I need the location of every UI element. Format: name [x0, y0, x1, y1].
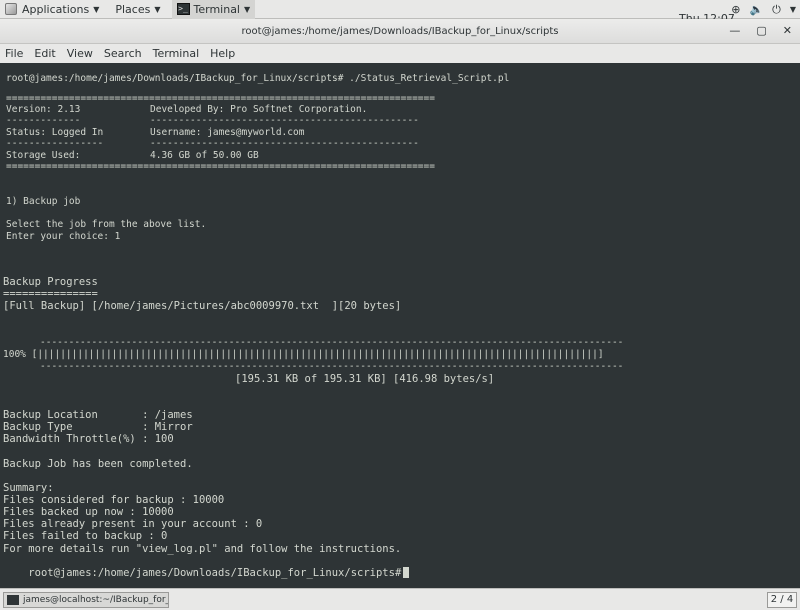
menu-view[interactable]: View [67, 47, 93, 60]
chevron-down-icon: ▼ [244, 4, 251, 14]
taskbar-terminal-window[interactable]: james@localhost:~/IBackup_for_Li... [3, 592, 169, 608]
system-tray[interactable]: ⊕ 🔈 ⏻ ▼ [731, 0, 796, 19]
files-failed: Files failed to backup : 0 [3, 530, 168, 542]
prompt-text: root@james:/home/james/Downloads/IBackup… [28, 567, 402, 579]
window-title: root@james:/home/james/Downloads/IBackup… [241, 26, 559, 37]
files-backed-up: Files backed up now : 10000 [3, 506, 174, 518]
applications-label: Applications [22, 2, 90, 16]
taskbar-window-label: james@localhost:~/IBackup_for_Li... [23, 595, 169, 605]
job-list-item: 1) Backup job [6, 196, 81, 207]
files-present: Files already present in your account : … [3, 518, 263, 530]
menu-edit[interactable]: Edit [34, 47, 55, 60]
progress-border-bottom: ----------------------------------------… [40, 361, 624, 372]
progress-bar: 100% [||||||||||||||||||||||||||||||||||… [3, 349, 604, 360]
command-line: root@james:/home/james/Downloads/IBackup… [6, 73, 510, 84]
minimize-button[interactable]: — [729, 24, 740, 37]
files-considered: Files considered for backup : 10000 [3, 494, 225, 506]
window-titlebar[interactable]: root@james:/home/james/Downloads/IBackup… [0, 19, 800, 44]
separator-line: ------------- [6, 115, 81, 126]
summary-title: Summary: [3, 482, 54, 494]
places-label: Places [115, 2, 151, 16]
progress-underline: =============== [3, 288, 98, 300]
menu-search[interactable]: Search [104, 47, 142, 60]
volume-icon[interactable]: 🔈 [749, 3, 763, 16]
menu-help[interactable]: Help [210, 47, 235, 60]
terminal-output[interactable]: root@james:/home/james/Downloads/IBackup… [0, 63, 800, 588]
separator-line: ========================================… [6, 161, 435, 172]
terminal-app-label: Terminal [193, 2, 241, 16]
places-menu[interactable]: Places ▼ [110, 0, 165, 19]
chevron-down-icon: ▼ [93, 4, 100, 14]
separator-line: ----------------------------------------… [150, 115, 419, 126]
power-icon[interactable]: ⏻ [772, 3, 781, 17]
full-backup-line: [Full Backup] [/home/james/Pictures/abc0… [3, 300, 402, 312]
menu-terminal[interactable]: Terminal [153, 47, 200, 60]
separator-line: ----------------- [6, 138, 104, 149]
text-cursor [403, 567, 410, 578]
backup-type: Backup Type : Mirror [3, 421, 193, 433]
select-job-text: Select the job from the above list. [6, 219, 207, 230]
terminal-icon [7, 595, 19, 605]
menu-bar: File Edit View Search Terminal Help [0, 44, 800, 63]
enter-choice-text: Enter your choice: 1 [6, 231, 121, 242]
separator-line: ----------------------------------------… [150, 138, 419, 149]
chevron-down-icon[interactable]: ▼ [790, 5, 796, 14]
top-bar: Applications ▼ Places ▼ >_ Terminal ▼ Th… [0, 0, 800, 25]
progress-stats: [195.31 KB of 195.31 KB] [416.98 bytes/s… [235, 373, 495, 385]
maximize-button[interactable]: ▢ [756, 24, 766, 37]
completed-text: Backup Job has been completed. [3, 458, 193, 470]
accessibility-icon[interactable]: ⊕ [731, 3, 740, 16]
prompt-line[interactable]: root@james:/home/james/Downloads/IBackup… [3, 555, 410, 591]
taskbar: james@localhost:~/IBackup_for_Li... 2 / … [0, 588, 800, 610]
details-text: For more details run "view_log.pl" and f… [3, 543, 402, 555]
terminal-icon: >_ [176, 3, 190, 15]
terminal-app-menu[interactable]: >_ Terminal ▼ [171, 0, 256, 19]
progress-title: Backup Progress [3, 276, 98, 288]
applications-icon [5, 3, 17, 15]
backup-location: Backup Location : /james [3, 409, 193, 421]
progress-border-top: ----------------------------------------… [40, 337, 624, 348]
bandwidth-throttle: Bandwidth Throttle(%) : 100 [3, 433, 174, 445]
menu-file[interactable]: File [5, 47, 23, 60]
workspace-indicator[interactable]: 2 / 4 [767, 592, 797, 608]
chevron-down-icon: ▼ [154, 4, 161, 14]
applications-menu[interactable]: Applications ▼ [0, 0, 104, 19]
close-button[interactable]: ✕ [783, 24, 792, 37]
